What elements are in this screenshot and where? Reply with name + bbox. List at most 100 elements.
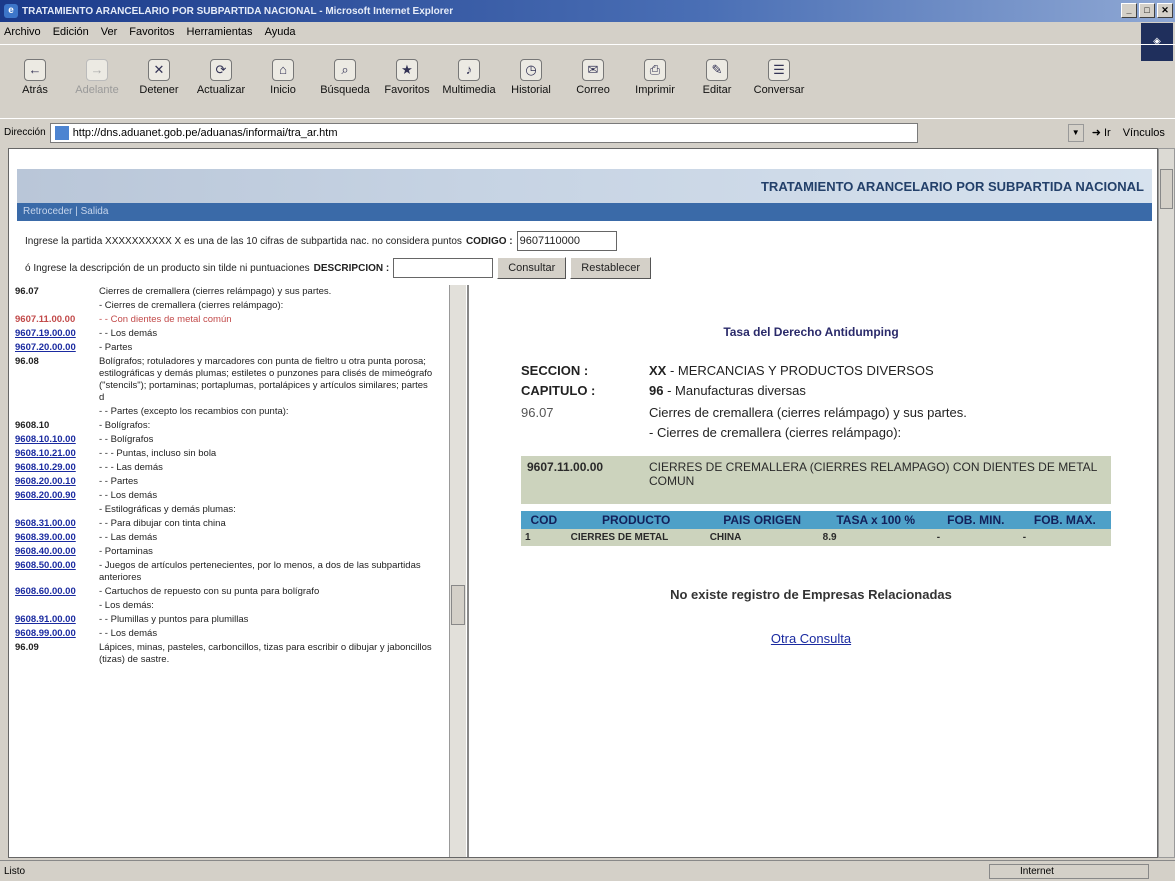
list-item-code — [15, 600, 99, 612]
conversar-button[interactable]: ☰ Conversar — [750, 59, 808, 96]
list-item[interactable]: 9608.10.10.00- - Bolígrafos — [9, 433, 467, 447]
list-item-code[interactable]: 9608.10.10.00 — [15, 434, 99, 446]
adelante-button[interactable]: → Adelante — [68, 59, 126, 96]
antidumping-title: Tasa del Derecho Antidumping — [723, 325, 899, 339]
media-icon: ♪ — [458, 59, 480, 81]
list-item-code[interactable]: 9608.20.00.10 — [15, 476, 99, 488]
list-item[interactable]: 9608.10.29.00- - - Las demás — [9, 461, 467, 475]
favoritos-button[interactable]: ★ Favoritos — [378, 59, 436, 96]
left-scroll-thumb[interactable] — [451, 585, 465, 625]
toolbar-label: Inicio — [270, 84, 296, 96]
list-item-code[interactable]: 9608.91.00.00 — [15, 614, 99, 626]
list-item-code — [15, 406, 99, 418]
correo-button[interactable]: ✉ Correo — [564, 59, 622, 96]
list-item-code[interactable]: 9607.19.00.00 — [15, 328, 99, 340]
inicio-button[interactable]: ⌂ Inicio — [254, 59, 312, 96]
toolbar-label: Actualizar — [196, 84, 246, 96]
page-scroll-thumb[interactable] — [1160, 169, 1173, 209]
detener-button[interactable]: ✕ Detener — [130, 59, 188, 96]
otra-consulta-link[interactable]: Otra Consulta — [471, 631, 1151, 646]
list-item[interactable]: 9608.50.00.00- Juegos de artículos perte… — [9, 559, 467, 585]
go-button[interactable]: ➜ Ir — [1092, 126, 1111, 139]
consultar-button[interactable]: Consultar — [497, 257, 567, 279]
stop-icon: ✕ — [148, 59, 170, 81]
list-item-desc: - - - Las demás — [99, 462, 163, 473]
no-records-message: No existe registro de Empresas Relaciona… — [670, 587, 952, 602]
codigo-input[interactable]: 9607110000 — [516, 231, 617, 251]
list-item-code[interactable]: 9608.20.00.90 — [15, 490, 99, 502]
list-item[interactable]: 9608.60.00.00- Cartuchos de repuesto con… — [9, 585, 467, 599]
address-input[interactable]: http://dns.aduanet.gob.pe/aduanas/inform… — [49, 122, 918, 143]
list-item[interactable]: 9607.20.00.00- Partes — [9, 341, 467, 355]
menu-item-ayuda[interactable]: Ayuda — [265, 26, 296, 38]
seccion-label: SECCION : — [521, 363, 589, 378]
list-item-desc: - - Para dibujar con tinta china — [99, 518, 226, 529]
subpartida-block: 9607.11.00.00 CIERRES DE CREMALLERA (CIE… — [521, 456, 1111, 504]
list-item[interactable]: 9608.20.00.90- - Los demás — [9, 489, 467, 503]
menu-item-ver[interactable]: Ver — [101, 26, 118, 38]
toolbar-label: Detener — [139, 84, 179, 96]
list-item-code[interactable]: 9608.31.00.00 — [15, 518, 99, 530]
list-item-code[interactable]: 9608.50.00.00 — [15, 560, 99, 584]
right-frame: Tasa del Derecho Antidumping SECCION : X… — [471, 285, 1151, 857]
editar-button[interactable]: ✎ Editar — [688, 59, 746, 96]
list-item[interactable]: 9608.40.00.00- Portaminas — [9, 545, 467, 559]
table-cell: 8.9 — [818, 529, 933, 546]
menu-item-favoritos[interactable]: Favoritos — [129, 26, 174, 38]
list-item-desc: Bolígrafos; rotuladores y marcadores con… — [99, 356, 433, 403]
list-item[interactable]: 9608.10.21.00- - - Puntas, incluso sin b… — [9, 447, 467, 461]
menu-item-edicion[interactable]: Edición — [53, 26, 89, 38]
left-frame-list: 96.07 Cierres de cremallera (cierres relá… — [9, 285, 469, 857]
restablecer-button[interactable]: Restablecer — [570, 257, 651, 279]
address-dropdown-button[interactable]: ▼ — [1067, 123, 1084, 142]
sub-nav-bar[interactable]: Retroceder | Salida — [17, 203, 1152, 221]
descripcion-input[interactable] — [393, 258, 494, 278]
list-item-code: 9607.11.00.00 — [15, 314, 76, 325]
list-item-code[interactable]: 9608.39.00.00 — [15, 532, 99, 544]
list-item-code[interactable]: 9608.10.29.00 — [15, 462, 99, 474]
list-item-code[interactable]: 9608.40.00.00 — [15, 546, 99, 558]
list-item-code[interactable]: 9608.99.00.00 — [15, 628, 99, 640]
list-item-code: 96.07 — [15, 286, 39, 297]
list-item-code: 9608.10 — [15, 420, 50, 431]
status-text: Listo — [4, 865, 26, 877]
list-item-desc: - Bolígrafos: — [99, 420, 151, 431]
list-item[interactable]: 9607.19.00.00- - Los demás — [9, 327, 467, 341]
subpartida-code: 9607.11.00.00 — [527, 460, 604, 474]
list-item[interactable]: 9608.39.00.00- - Las demás — [9, 531, 467, 545]
edit-icon: ✎ — [706, 59, 728, 81]
list-item-desc: - Los demás: — [99, 600, 154, 611]
page-content: TRATAMIENTO ARANCELARIO POR SUBPARTIDA N… — [8, 148, 1158, 858]
list-item-desc: - Partes — [99, 342, 133, 353]
list-item[interactable]: 9608.99.00.00- - Los demás — [9, 627, 467, 641]
list-item[interactable]: 9608.91.00.00- - Plumillas y puntos para… — [9, 613, 467, 627]
minimize-button[interactable]: _ — [1121, 3, 1137, 18]
left-frame-scrollbar[interactable] — [449, 285, 466, 857]
links-button[interactable]: Vínculos — [1123, 127, 1165, 139]
security-zone: Internet — [989, 864, 1149, 879]
table-cell: - — [1018, 529, 1111, 546]
multimedia-button[interactable]: ♪ Multimedia — [440, 59, 498, 96]
refresh-icon: ⟳ — [210, 59, 232, 81]
search-icon: ⌕ — [334, 59, 356, 81]
list-item-code[interactable]: 9608.60.00.00 — [15, 586, 99, 598]
maximize-button[interactable]: □ — [1139, 3, 1155, 18]
list-item[interactable]: 9608.20.00.10- - Partes — [9, 475, 467, 489]
go-label: Ir — [1103, 127, 1111, 139]
menu-item-herramientas[interactable]: Herramientas — [187, 26, 253, 38]
list-item-desc: - Portaminas — [99, 546, 153, 557]
imprimir-button[interactable]: ⎙ Imprimir — [626, 59, 684, 96]
list-item-desc: - - Las demás — [99, 532, 158, 543]
list-item-code[interactable]: 9607.20.00.00 — [15, 342, 99, 354]
historial-button[interactable]: ◷ Historial — [502, 59, 560, 96]
close-button[interactable]: ✕ — [1157, 3, 1173, 18]
menu-item-archivo[interactable]: Archivo — [4, 26, 41, 38]
partida-row: 96.07 Cierres de cremallera (cierres rel… — [521, 405, 967, 420]
busqueda-button[interactable]: ⌕ Búsqueda — [316, 59, 374, 96]
internet-zone-label: Internet — [1020, 866, 1054, 877]
atras-button[interactable]: ← Atrás — [6, 59, 64, 96]
list-item[interactable]: 9608.31.00.00- - Para dibujar con tinta … — [9, 517, 467, 531]
page-scrollbar[interactable] — [1158, 148, 1175, 858]
actualizar-button[interactable]: ⟳ Actualizar — [192, 59, 250, 96]
list-item-code[interactable]: 9608.10.21.00 — [15, 448, 99, 460]
